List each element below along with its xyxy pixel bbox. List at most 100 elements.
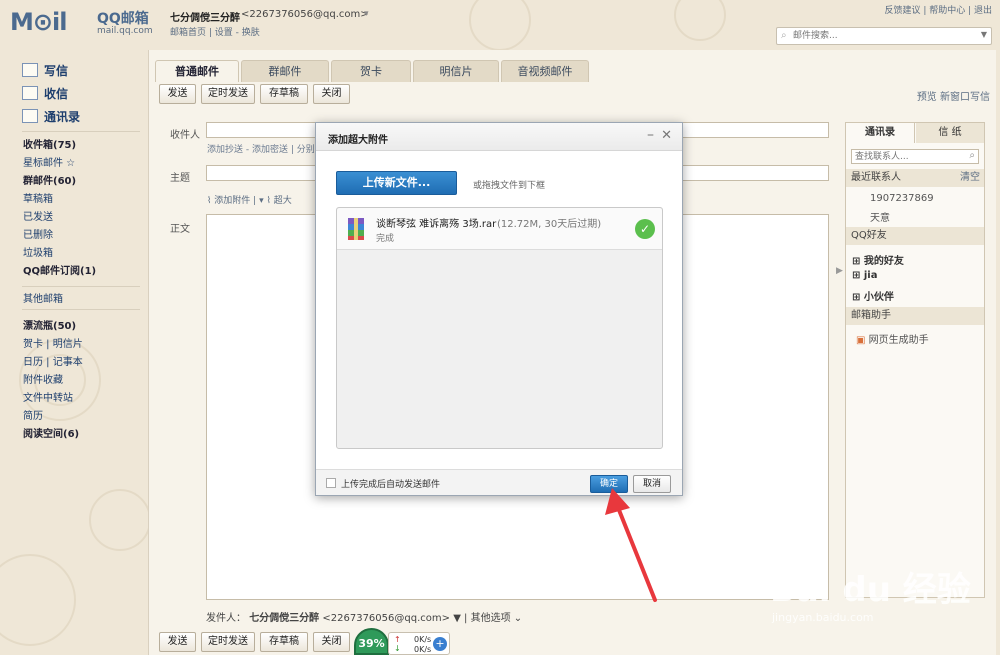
minimize-icon[interactable]: – [647, 127, 654, 143]
big-attachment-dialog: 添加超大附件 – ✕ 上传新文件... 或拖拽文件到下框 谈断琴弦 难诉离殇 3… [315, 122, 683, 496]
dialog-footer: 上传完成后自动发送邮件 确定 取消 [316, 469, 682, 495]
contacts-panel: 通讯录 信 纸 ⌕ 最近联系人 清空 1907237869 天意 QQ好友 ⊞ … [845, 122, 985, 598]
auto-send-label[interactable]: 上传完成后自动发送邮件 [341, 477, 440, 490]
file-meta: (12.72M, 30天后过期) [497, 219, 602, 230]
search-icon: ⌕ [781, 30, 787, 41]
divider [22, 131, 140, 132]
user-email[interactable]: <2267376056@qq.com> [241, 9, 369, 20]
compose-icon [22, 63, 38, 77]
more-options-link[interactable]: 其他选项 [471, 613, 511, 624]
group-item[interactable]: ⊞ 小伙伴 [852, 288, 894, 303]
save-draft-button[interactable]: 存草稿 [260, 632, 308, 652]
tab-card[interactable]: 贺卡 [331, 60, 411, 82]
group-item[interactable]: ⊞ jia [852, 270, 877, 281]
user-name[interactable]: 七分倜傥三分醉 [170, 9, 240, 24]
sidebar-item[interactable]: 垃圾箱 [23, 244, 53, 259]
divider [22, 286, 140, 287]
tab-normal[interactable]: 普通邮件 [155, 60, 239, 82]
sidebar-item[interactable]: 漂流瓶(50) [23, 317, 76, 332]
divider [22, 309, 140, 310]
check-icon: ✓ [635, 219, 655, 239]
sidebar-item[interactable]: 草稿箱 [23, 190, 53, 205]
sidebar-item[interactable]: 贺卡 | 明信片 [23, 335, 83, 350]
sidebar-item[interactable]: 已删除 [23, 226, 53, 241]
sidebar-item[interactable]: 阅读空间(6) [23, 425, 79, 440]
logo: M⊙il [10, 8, 67, 36]
file-name: 谈断琴弦 难诉离殇 3场.rar [376, 219, 497, 230]
mail-search-input[interactable] [777, 28, 967, 44]
group-item[interactable]: ⊞ 我的好友 [852, 252, 904, 267]
sidebar-item[interactable]: QQ邮件订阅(1) [23, 262, 96, 277]
plus-icon[interactable]: + [433, 637, 447, 651]
sender-email[interactable]: <2267376056@qq.com> [322, 613, 450, 624]
sidebar-compose[interactable]: 写信 [44, 62, 68, 79]
clear-link[interactable]: 清空 [960, 169, 980, 187]
sender-label: 发件人： [206, 613, 246, 624]
file-row[interactable]: 谈断琴弦 难诉离殇 3场.rar (12.72M, 30天后过期) 完成 ✓ [337, 208, 662, 250]
dialog-title: 添加超大附件 [328, 135, 388, 146]
sidebar-item[interactable]: 星标邮件 ☆ [23, 154, 75, 169]
timed-send-button[interactable]: 定时发送 [201, 84, 255, 104]
file-drop-zone[interactable]: 谈断琴弦 难诉离殇 3场.rar (12.72M, 30天后过期) 完成 ✓ [336, 207, 663, 449]
timed-send-button[interactable]: 定时发送 [201, 632, 255, 652]
expand-arrow-icon[interactable]: ▶ [836, 266, 843, 276]
save-draft-button[interactable]: 存草稿 [260, 84, 308, 104]
upload-progress-badge[interactable]: 39% [354, 628, 389, 655]
assistant-item[interactable]: ▣ 网页生成助手 [856, 331, 929, 346]
chevron-down-icon[interactable]: ⌄ [514, 613, 522, 624]
sidebar-item-other[interactable]: 其他邮箱 [23, 290, 63, 305]
body-label: 正文 [170, 224, 190, 235]
arrow-down-icon: ↓ [394, 644, 401, 653]
close-button[interactable]: 关闭 [313, 84, 350, 104]
subject-label: 主题 [170, 173, 190, 184]
contact-item[interactable]: 1907237869 [870, 193, 934, 204]
upload-speed: 0K/s [414, 635, 432, 644]
send-button[interactable]: 发送 [159, 632, 196, 652]
drag-hint: 或拖拽文件到下框 [473, 181, 546, 191]
tab-group[interactable]: 群邮件 [241, 60, 329, 82]
rar-file-icon [348, 218, 364, 240]
chevron-down-icon[interactable]: ▼ | [453, 613, 470, 624]
big-attachment-link[interactable]: 超大 [274, 196, 292, 206]
sidebar-item[interactable]: 简历 [23, 407, 43, 422]
paperclip-icon: ⌇ [207, 196, 212, 206]
header-links[interactable]: 邮箱首页 | 设置 - 换肤 [170, 25, 260, 38]
tab-contacts[interactable]: 通讯录 [846, 123, 915, 143]
upload-new-file-button[interactable]: 上传新文件... [336, 171, 457, 195]
close-icon[interactable]: ✕ [661, 128, 672, 143]
chevron-down-icon[interactable]: ▼ [981, 30, 987, 39]
contact-search[interactable]: ⌕ [851, 149, 979, 164]
tab-postcard[interactable]: 明信片 [413, 60, 499, 82]
auto-send-checkbox[interactable] [326, 478, 336, 488]
sidebar-item[interactable]: 群邮件(60) [23, 172, 76, 187]
sidebar-item[interactable]: 收件箱(75) [23, 136, 76, 151]
sidebar-item[interactable]: 附件收藏 [23, 371, 63, 386]
add-attachment-link[interactable]: 添加附件 [214, 196, 250, 206]
speed-panel: ↑ 0K/s ↓ 0K/s + [388, 632, 450, 655]
sidebar-item[interactable]: 日历 | 记事本 [23, 353, 83, 368]
sidebar-item[interactable]: 已发送 [23, 208, 53, 223]
cc-links[interactable]: 添加抄送 - 添加密送 | 分别 [207, 142, 315, 155]
chevron-down-icon[interactable]: ▾ [364, 9, 369, 19]
mail-search[interactable]: ⌕ ▼ [776, 27, 992, 45]
confirm-button[interactable]: 确定 [590, 475, 628, 493]
sidebar-item[interactable]: 文件中转站 [23, 389, 73, 404]
contact-item[interactable]: 天意 [870, 209, 890, 224]
sidebar-contacts[interactable]: 通讯录 [44, 108, 80, 125]
recent-contacts-label: 最近联系人 [851, 172, 901, 183]
to-label: 收件人 [170, 130, 200, 141]
preview-links[interactable]: 预览 新窗口写信 [917, 88, 990, 103]
contact-search-input[interactable] [852, 150, 962, 163]
send-button[interactable]: 发送 [159, 84, 196, 104]
dialog-titlebar: 添加超大附件 – ✕ [316, 123, 682, 151]
assistant-header: 邮箱助手 [846, 307, 984, 325]
sidebar-inbox[interactable]: 收信 [44, 85, 68, 102]
sender-row: 发件人： 七分倜傥三分醉 <2267376056@qq.com> ▼ | 其他选… [206, 609, 522, 624]
close-button[interactable]: 关闭 [313, 632, 350, 652]
cancel-button[interactable]: 取消 [633, 475, 671, 493]
tab-letter-paper[interactable]: 信 纸 [916, 123, 984, 143]
tab-av-mail[interactable]: 音视频邮件 [501, 60, 589, 82]
top-links[interactable]: 反馈建议 | 帮助中心 | 退出 [884, 3, 992, 16]
recent-contacts-header: 最近联系人 清空 [846, 169, 984, 187]
chevron-down-icon[interactable]: | ▾ [253, 196, 266, 206]
